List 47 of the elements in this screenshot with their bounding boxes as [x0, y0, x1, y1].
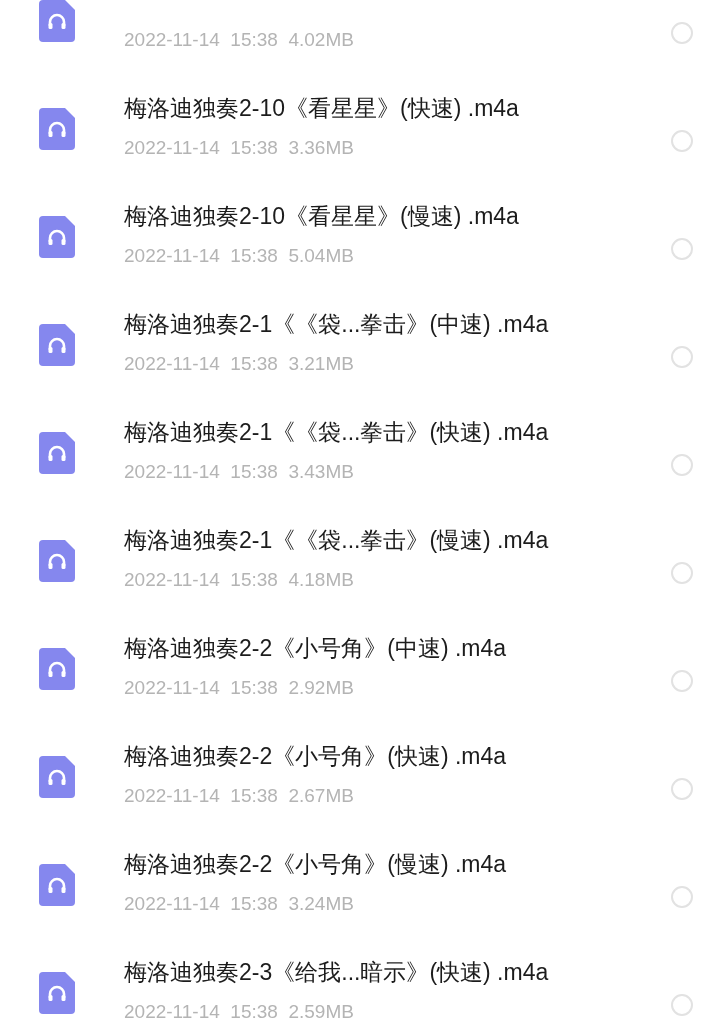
select-radio[interactable]	[671, 886, 693, 908]
audio-file-icon	[39, 648, 75, 690]
select-radio[interactable]	[671, 346, 693, 368]
select-radio[interactable]	[671, 562, 693, 584]
file-row[interactable]: 梅洛迪独奏2-1《《袋...拳击》(快速) .m4a 2022-11-14 15:38 3.43MB	[0, 396, 722, 504]
select-radio[interactable]	[671, 238, 693, 260]
file-details: 2022-11-14 15:38 3.21MB	[124, 352, 355, 376]
file-details: 2022-11-14 15:38 3.43MB	[124, 460, 355, 484]
file-name: 梅洛迪独奏2-1《《袋...拳击》(中速) .m4a	[124, 310, 550, 339]
file-details: 2022-11-14 15:38 5.04MB	[124, 244, 355, 268]
select-radio[interactable]	[671, 778, 693, 800]
select-radio[interactable]	[671, 130, 693, 152]
file-row[interactable]: 梅洛迪独奏2-10《看星星》(慢速) .m4a 2022-11-14 15:38 5.04MB	[0, 180, 722, 288]
file-name: 梅洛迪独奏2-10《看星星》(慢速) .m4a	[124, 202, 520, 231]
file-name: 梅洛迪独奏2-2《小号角》(慢速) .m4a	[124, 850, 508, 879]
file-details: 2022-11-14 15:38 3.36MB	[124, 136, 355, 160]
file-details: 2022-11-14 15:38 3.24MB	[124, 892, 355, 916]
select-radio[interactable]	[671, 454, 693, 476]
file-row[interactable]: 梅洛迪独奏2-2《小号角》(慢速) .m4a 2022-11-14 15:38 3.24MB	[0, 828, 722, 936]
file-name: 梅洛迪独奏2-2《小号角》(中速) .m4a	[124, 634, 508, 663]
audio-file-icon	[39, 864, 75, 906]
audio-file-icon	[39, 108, 75, 150]
file-details: 2022-11-14 15:38 4.18MB	[124, 568, 355, 592]
audio-file-icon	[39, 432, 75, 474]
file-details: 2022-11-14 15:38 2.59MB	[124, 1000, 355, 1024]
select-radio[interactable]	[671, 670, 693, 692]
audio-file-icon	[39, 972, 75, 1014]
audio-file-icon	[39, 756, 75, 798]
audio-file-icon	[39, 540, 75, 582]
file-name: 梅洛迪独奏2-1《《袋...拳击》(慢速) .m4a	[124, 526, 550, 555]
file-row[interactable]: 梅洛迪独奏2-10《看星星》(快速) .m4a 2022-11-14 15:38 3.36MB	[0, 72, 722, 180]
audio-file-icon	[39, 216, 75, 258]
file-details: 2022-11-14 15:38 2.67MB	[124, 784, 355, 808]
file-row[interactable]: 梅洛迪独奏2-1《《袋...拳击》(慢速) .m4a 2022-11-14 15:38 4.18MB	[0, 504, 722, 612]
file-row[interactable]: 梅洛迪独奏2-3《给我...暗示》(快速) .m4a 2022-11-14 15:38 2.59MB	[0, 936, 722, 1024]
file-name: 梅洛迪独奏2-1《《袋...拳击》(快速) .m4a	[124, 418, 550, 447]
select-radio[interactable]	[671, 994, 693, 1016]
audio-file-icon	[39, 324, 75, 366]
file-details: 2022-11-14 15:38 4.02MB	[124, 28, 355, 52]
file-name: 梅洛迪独奏2-2《小号角》(快速) .m4a	[124, 742, 508, 771]
file-row[interactable]: 梅洛迪独奏2-2《小号角》(中速) .m4a 2022-11-14 15:38 2.92MB	[0, 612, 722, 720]
file-name: 梅洛迪独奏2-3《给我...暗示》(快速) .m4a	[124, 958, 550, 987]
file-row[interactable]: 梅洛迪独奏2-1《《袋...拳击》(中速) .m4a 2022-11-14 15:38 3.21MB	[0, 288, 722, 396]
file-name: 梅洛迪独奏2-10《看星星》(快速) .m4a	[124, 94, 520, 123]
select-radio[interactable]	[671, 22, 693, 44]
file-details: 2022-11-14 15:38 2.92MB	[124, 676, 355, 700]
file-row[interactable]: 梅洛迪独奏2-2《小号角》(快速) .m4a 2022-11-14 15:38 2.67MB	[0, 720, 722, 828]
